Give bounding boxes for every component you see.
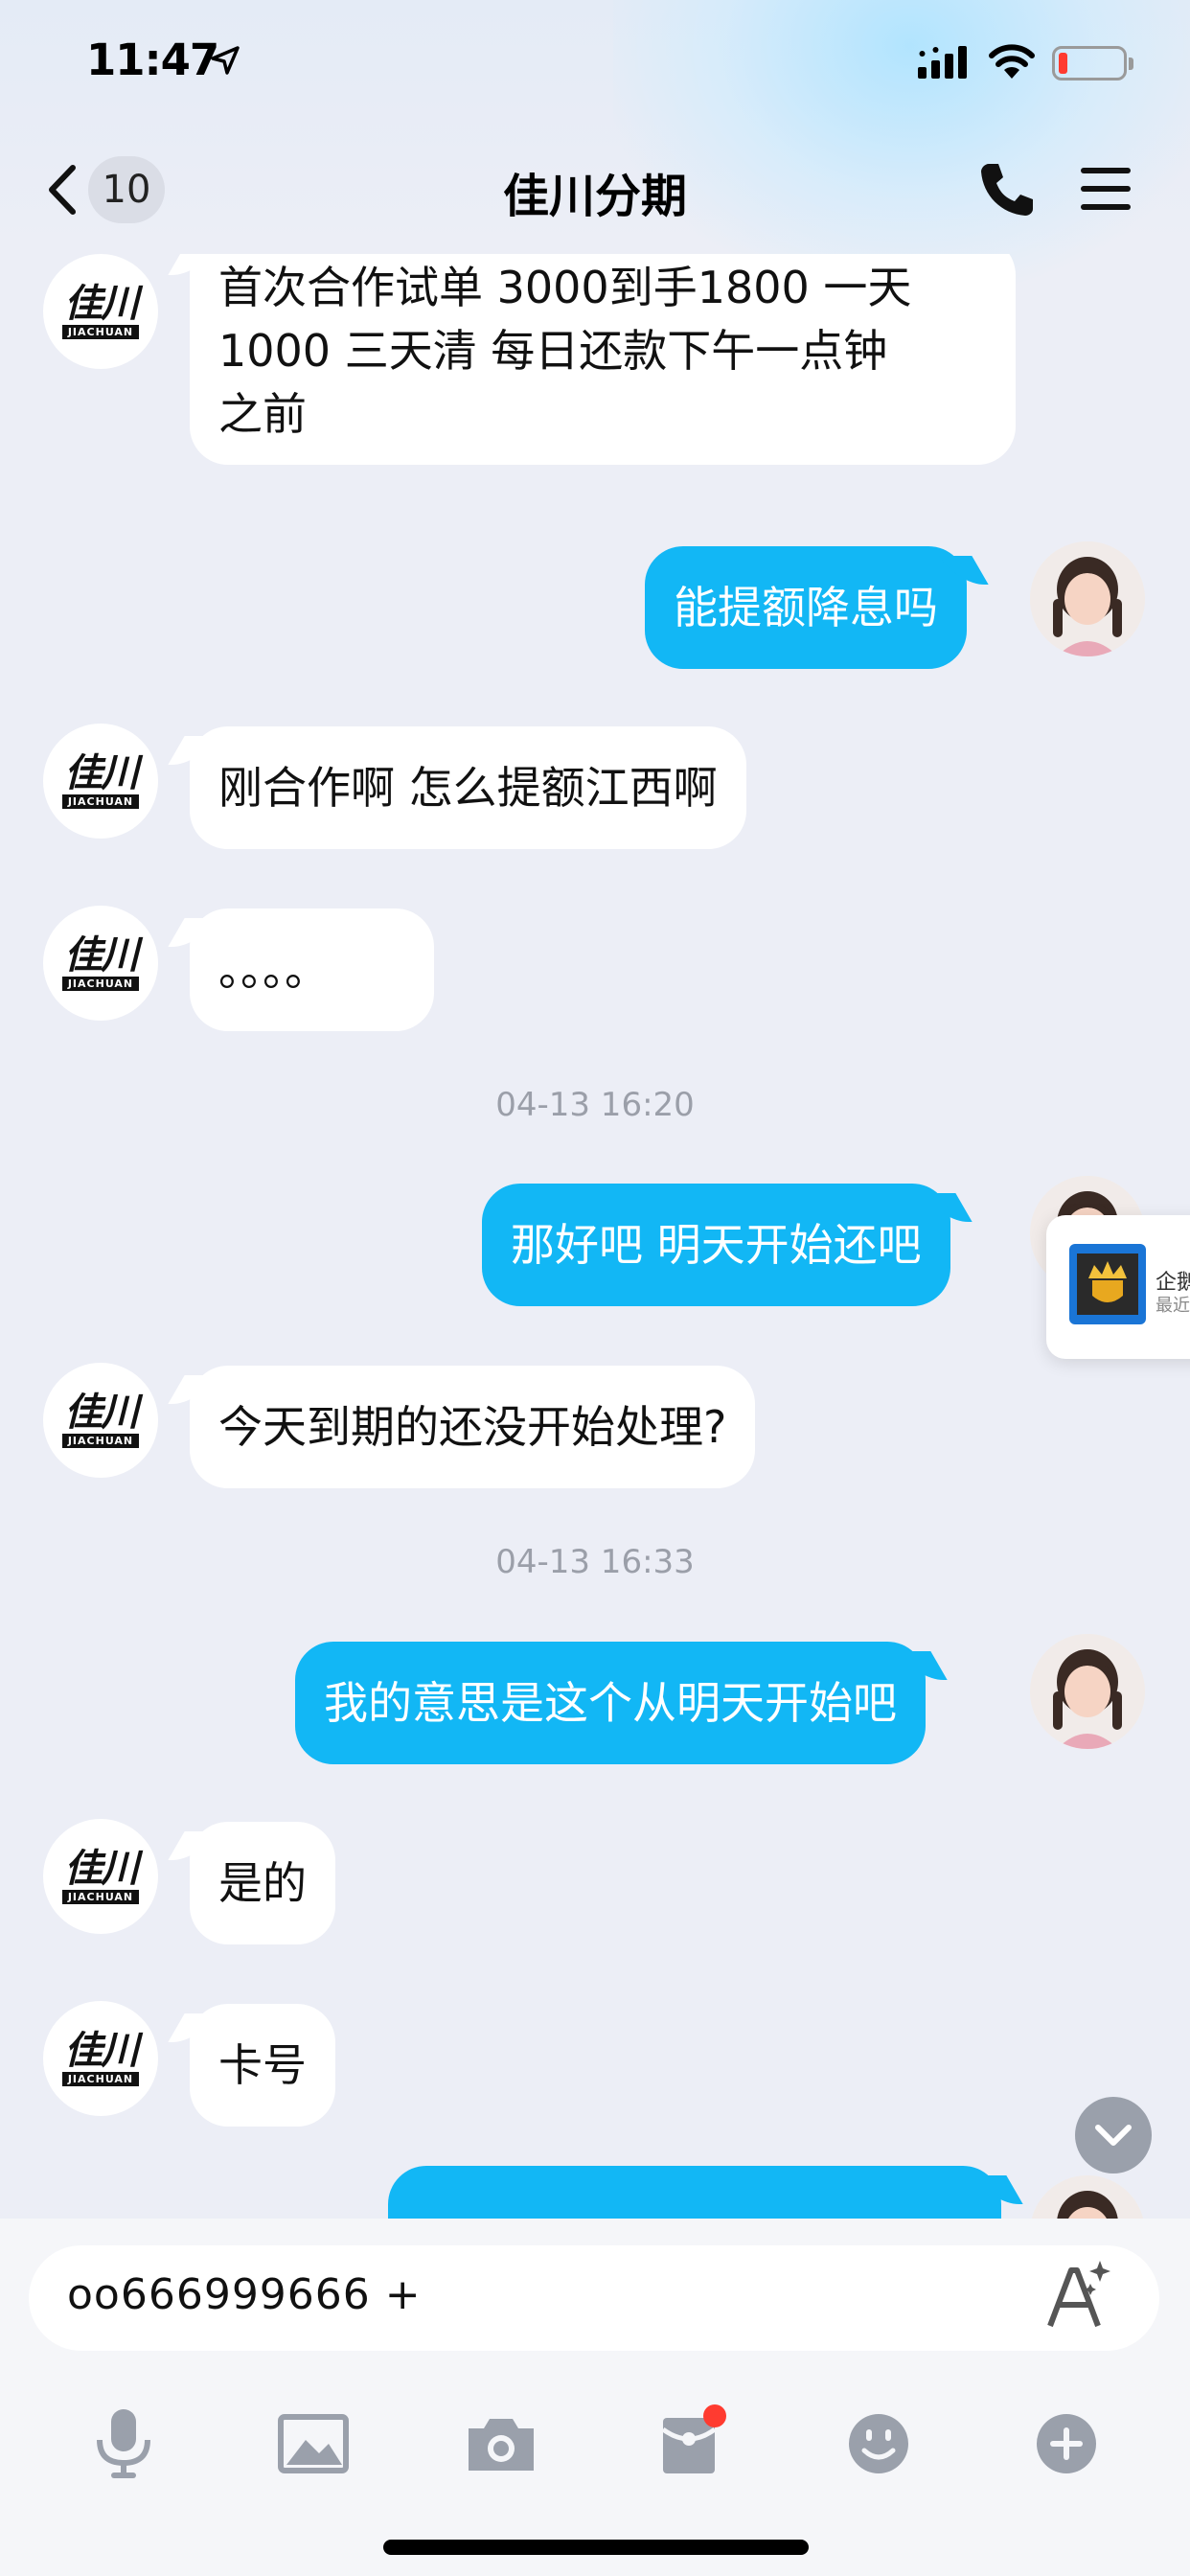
floating-card-subtitle: 最近 (1156, 1296, 1190, 1316)
floating-mini-card[interactable]: 企鹅 最近 (1046, 1215, 1190, 1359)
message-text: 今天到期的还没开始处理? (218, 1401, 727, 1453)
nav-bar: 10 佳川分期 (0, 129, 1190, 254)
user-avatar[interactable] (1030, 1634, 1145, 1749)
crown-shield-icon (1069, 1244, 1146, 1324)
location-arrow-icon (211, 46, 240, 75)
red-packet-button[interactable] (646, 2401, 732, 2487)
brand-logo-text: 佳川 (64, 750, 139, 795)
signal-icon (918, 46, 967, 79)
image-icon (278, 2414, 349, 2473)
message-line: 首次合作试单 3000到手1800 一天 (218, 262, 912, 313)
message-text: 卡号 (218, 2039, 307, 2091)
mic-icon (97, 2409, 150, 2478)
brand-logo-subtext: JIACHUAN (61, 1433, 140, 1448)
timestamp: 04-13 16:20 (495, 1086, 695, 1124)
status-time: 11:47 (86, 34, 219, 85)
brand-logo-subtext: JIACHUAN (61, 2071, 140, 2086)
girl-portrait-icon (1030, 541, 1145, 656)
contact-avatar[interactable]: 佳川 JIACHUAN (43, 2001, 158, 2116)
image-button[interactable] (270, 2401, 356, 2487)
wifi-icon (989, 44, 1035, 79)
emoji-icon (849, 2414, 908, 2473)
composer-toolbar (0, 2401, 1190, 2496)
emoji-button[interactable] (835, 2401, 922, 2487)
brand-logo-subtext: JIACHUAN (61, 976, 140, 991)
message-text: 刚合作啊 怎么提额江西啊 (218, 762, 718, 814)
brand-logo-text: 佳川 (64, 2028, 139, 2073)
incoming-message[interactable]: 是的 (190, 1822, 335, 1944)
outgoing-message[interactable]: 能提额降息吗 (645, 546, 967, 669)
girl-portrait-icon (1030, 1634, 1145, 1749)
girl-portrait-icon (1030, 2175, 1145, 2219)
camera-button[interactable] (458, 2401, 544, 2487)
incoming-message[interactable]: 卡号 (190, 2004, 335, 2127)
home-indicator (383, 2540, 809, 2555)
battery-icon (1052, 46, 1133, 80)
camera-icon (469, 2419, 534, 2471)
message-line: 之前 (218, 388, 307, 440)
brand-logo-subtext: JIACHUAN (61, 1889, 140, 1904)
brand-logo-text: 佳川 (64, 932, 139, 978)
contact-avatar[interactable]: 佳川 JIACHUAN (43, 1363, 158, 1478)
message-text: 我的意思是这个从明天开始吧 (324, 1677, 897, 1729)
timestamp: 04-13 16:33 (495, 1543, 695, 1581)
brand-logo-text: 佳川 (64, 1390, 139, 1435)
message-line: 1000 三天清 每日还款下午一点钟 (218, 325, 888, 377)
message-input[interactable]: oo666999666 + (29, 2245, 1159, 2351)
outgoing-message[interactable]: 我的意思是这个从明天开始吧 (295, 1642, 926, 1764)
contact-avatar[interactable]: 佳川 JIACHUAN (43, 906, 158, 1021)
chat-screen: 11:47 10 佳川分期 佳川 JIACHUAN 首次合作试单 3000到手1… (0, 0, 1190, 2576)
status-bar: 11:47 (0, 0, 1190, 129)
brand-logo-subtext: JIACHUAN (61, 324, 140, 339)
composer: oo666999666 + (0, 2219, 1190, 2576)
text-style-icon[interactable] (1035, 2255, 1117, 2337)
user-avatar[interactable] (1030, 2175, 1145, 2219)
message-list[interactable]: 佳川 JIACHUAN 首次合作试单 3000到手1800 一天 1000 三天… (0, 254, 1190, 2219)
brand-logo-text: 佳川 (64, 281, 139, 326)
message-text: 是的 (218, 1857, 307, 1909)
phone-icon[interactable] (975, 158, 1039, 221)
more-button[interactable] (1023, 2401, 1110, 2487)
notification-dot (703, 2404, 726, 2427)
battery-level (1059, 53, 1067, 74)
message-input-text: oo666999666 + (67, 2270, 422, 2319)
brand-logo-subtext: JIACHUAN (61, 794, 140, 809)
scroll-to-bottom-button[interactable] (1075, 2097, 1152, 2174)
contact-avatar[interactable]: 佳川 JIACHUAN (43, 724, 158, 839)
incoming-message[interactable]: 今天到期的还没开始处理? (190, 1366, 756, 1488)
message-text: 。。。。 (218, 944, 329, 996)
outgoing-message[interactable]: 那好吧 明天开始还吧 (482, 1184, 950, 1306)
menu-icon[interactable] (1077, 160, 1134, 218)
plus-icon (1037, 2414, 1096, 2473)
voice-button[interactable] (80, 2401, 167, 2487)
user-avatar[interactable] (1030, 541, 1145, 656)
incoming-message[interactable]: 首次合作试单 3000到手1800 一天 1000 三天清 每日还款下午一点钟 … (190, 254, 1016, 465)
brand-logo-text: 佳川 (64, 1846, 139, 1891)
contact-avatar[interactable]: 佳川 JIACHUAN (43, 1819, 158, 1934)
message-text: 能提额降息吗 (674, 582, 938, 633)
chevron-down-icon (1095, 2125, 1132, 2146)
message-text: 那好吧 明天开始还吧 (511, 1219, 922, 1271)
incoming-message[interactable]: 刚合作啊 怎么提额江西啊 (190, 726, 746, 849)
outgoing-message-partial[interactable] (388, 2166, 1001, 2219)
contact-avatar[interactable]: 佳川 JIACHUAN (43, 254, 158, 369)
incoming-message[interactable]: 。。。。 (190, 908, 434, 1031)
